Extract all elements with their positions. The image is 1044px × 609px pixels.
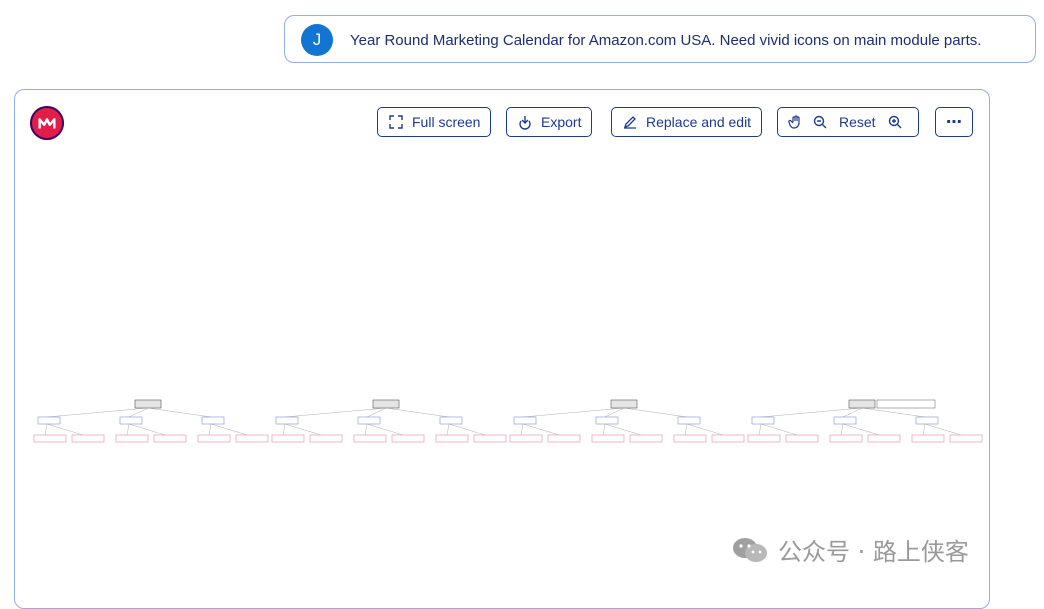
leaf-node [867,434,901,443]
watermark: 公众号 · 路上侠客 [730,532,969,567]
mindmap-panel: Full screen Export Replace and edit Rese… [14,89,990,609]
connector [448,423,486,436]
leaf-node [197,434,231,443]
more-icon: ⋯ [946,114,962,131]
connector [282,423,286,436]
edit-icon [623,116,636,129]
branch-node [201,416,225,425]
connector [46,423,84,436]
connector [385,407,450,418]
branch-node [595,416,619,425]
connector [842,423,880,436]
connector [684,423,688,436]
connector [861,407,926,418]
connector [522,423,560,436]
connector [604,423,642,436]
connector [210,423,248,436]
connector [522,407,625,418]
watermark-text: 公众号 · 路上侠客 [778,538,969,566]
connector [284,423,322,436]
connector [922,423,926,436]
zoom-in-icon[interactable] [887,114,903,130]
connector [284,407,387,418]
connector [46,407,149,418]
connector [623,407,688,418]
app-logo-icon [30,106,64,140]
export-button[interactable]: Export [506,107,593,137]
leaf-node [235,434,269,443]
leaf-node [629,434,663,443]
connector [840,423,844,436]
leaf-node [509,434,543,443]
branch-node [915,416,939,425]
leaf-node [71,434,105,443]
leaf-node [391,434,425,443]
leaf-node [711,434,745,443]
connector [760,423,798,436]
branch-node [439,416,463,425]
branch-node [833,416,857,425]
reset-button[interactable]: Reset [839,114,876,130]
leaf-node [115,434,149,443]
connector [446,423,450,436]
leaf-node [829,434,863,443]
leaf-node [153,434,187,443]
full-screen-button[interactable]: Full screen [377,107,492,137]
connector [147,407,212,418]
branch-node [513,416,537,425]
root-node [372,399,400,409]
user-message-text: Year Round Marketing Calendar for Amazon… [350,32,982,49]
leaf-node [473,434,507,443]
wechat-icon [733,537,767,562]
replace-edit-label: Replace and edit [646,114,752,130]
connector [924,423,962,436]
connector [208,423,212,436]
leaf-node [353,434,387,443]
leaf-node [309,434,343,443]
leaf-node [785,434,819,443]
leaf-node [591,434,625,443]
hand-pan-icon[interactable] [788,114,804,130]
leaf-node [911,434,945,443]
connector [128,423,166,436]
leaf-node [547,434,581,443]
connector [686,423,724,436]
connector [520,423,524,436]
leaf-node [673,434,707,443]
leaf-node [435,434,469,443]
connector [364,423,368,436]
leaf-node [747,434,781,443]
branch-node [751,416,775,425]
more-options-button[interactable]: ⋯ [935,107,973,137]
export-icon [519,116,531,130]
root-node [134,399,162,409]
connector [44,423,48,436]
leaf-node [949,434,983,443]
branch-node [37,416,61,425]
connector [758,423,762,436]
full-screen-label: Full screen [412,114,481,130]
zoom-out-icon[interactable] [812,114,828,130]
export-label: Export [541,114,582,130]
leaf-node [33,434,67,443]
note-node [876,399,936,409]
user-avatar: J [301,24,333,56]
zoom-controls: Reset [777,107,919,137]
branch-node [357,416,381,425]
root-node [848,399,876,409]
branch-node [119,416,143,425]
connector [126,423,130,436]
connector [760,407,863,418]
branch-node [275,416,299,425]
fullscreen-icon [389,115,403,129]
branch-node [677,416,701,425]
root-node [610,399,638,409]
connector [366,423,404,436]
connector [602,423,606,436]
replace-edit-button[interactable]: Replace and edit [611,107,763,137]
leaf-node [271,434,305,443]
user-message: J Year Round Marketing Calendar for Amaz… [284,15,1036,63]
